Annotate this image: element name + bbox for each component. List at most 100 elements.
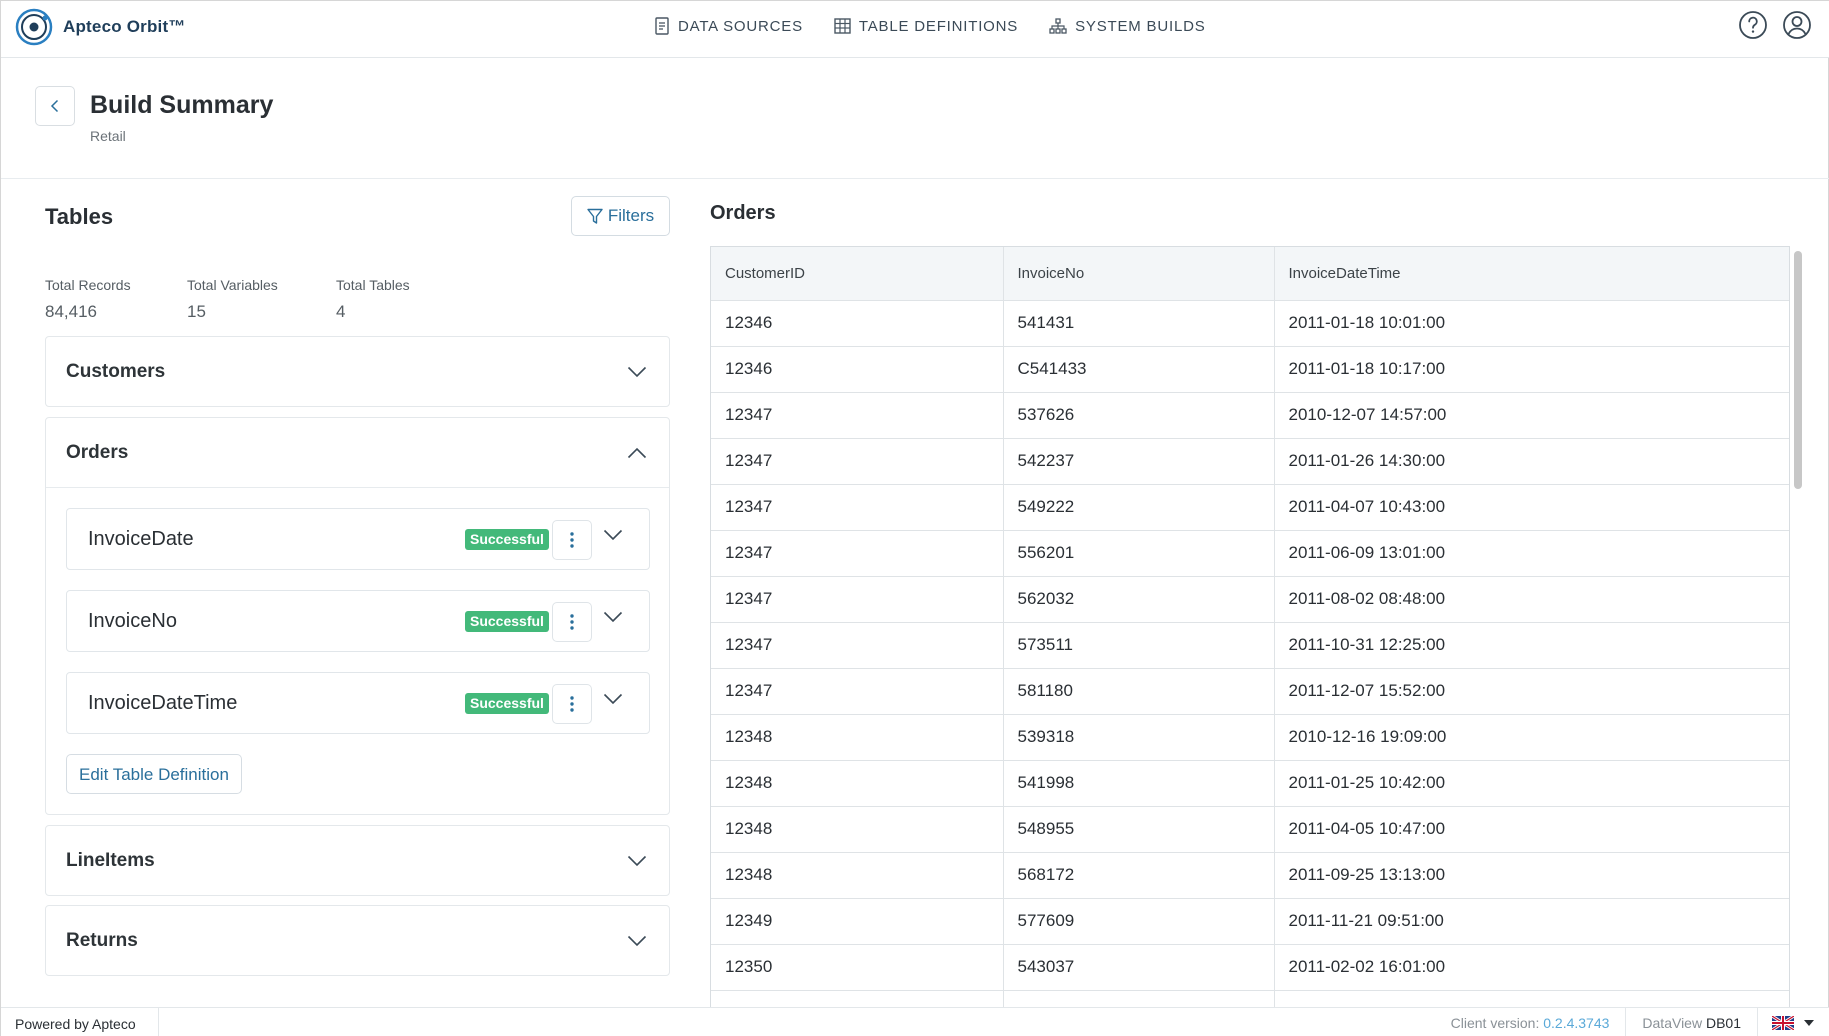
table-row[interactable]: 12346 541431 2011-01-18 10:01:00 xyxy=(711,300,1789,347)
chevron-down-icon[interactable] xyxy=(603,611,623,623)
status-badge: Successful xyxy=(465,611,549,632)
powered-by: Powered by Apteco xyxy=(15,1016,136,1032)
chevron-down-icon[interactable] xyxy=(603,693,623,705)
table-row[interactable]: 12347 581180 2011-12-07 15:52:00 xyxy=(711,668,1789,715)
tables-heading: Tables xyxy=(45,204,114,229)
chevron-down-icon[interactable] xyxy=(603,529,623,541)
client-version: Client version: 0.2.4.3743 xyxy=(1451,1015,1626,1031)
stat-total-tables: Total Tables 4 xyxy=(336,277,410,322)
nav-data-sources[interactable]: DATA SOURCES xyxy=(654,17,803,35)
footer: Powered by Apteco Client version: 0.2.4.… xyxy=(1,1007,1829,1036)
table-cell: 2011-04-05 10:47:00 xyxy=(1274,806,1789,853)
table-row[interactable]: 12346 C541433 2011-01-18 10:17:00 xyxy=(711,346,1789,393)
variable-name: InvoiceDateTime xyxy=(88,691,238,714)
table-cell: 2011-02-02 16:01:00 xyxy=(1274,944,1789,991)
kebab-menu-icon xyxy=(570,532,574,548)
table-cell: 2011-01-18 10:17:00 xyxy=(1274,346,1789,393)
table-cell: 541998 xyxy=(1003,760,1275,807)
uk-flag-icon xyxy=(1772,1016,1794,1030)
table-name: Customers xyxy=(66,360,166,382)
language-selector[interactable] xyxy=(1758,1016,1829,1030)
table-row[interactable]: 12350 543037 2011-02-02 16:01:00 xyxy=(711,944,1789,991)
stat-value: 84,416 xyxy=(45,302,97,321)
dataview-label: DataView xyxy=(1642,1015,1703,1031)
table-cell: 577609 xyxy=(1003,898,1275,945)
client-version-number[interactable]: 0.2.4.3743 xyxy=(1543,1015,1609,1031)
brand[interactable]: Apteco Orbit™ xyxy=(15,8,186,46)
table-icon xyxy=(834,18,851,34)
table-accordion-orders: Orders InvoiceDate Successful InvoiceNo … xyxy=(45,417,670,815)
accordion-header[interactable]: Orders xyxy=(46,418,669,487)
table-name: LineItems xyxy=(66,849,155,871)
top-navigation-bar: Apteco Orbit™ DATA SOURCES TABLE DEFINIT… xyxy=(1,1,1829,58)
table-cell: 12350 xyxy=(711,944,1004,991)
back-button[interactable] xyxy=(35,86,75,126)
column-header[interactable]: CustomerID xyxy=(711,247,1004,301)
nav-system-builds[interactable]: SYSTEM BUILDS xyxy=(1049,18,1205,35)
column-header[interactable]: InvoiceDateTime xyxy=(1274,247,1789,301)
kebab-menu-icon xyxy=(570,696,574,712)
table-row[interactable] xyxy=(711,990,1789,1007)
table-row[interactable]: 12348 541998 2011-01-25 10:42:00 xyxy=(711,760,1789,807)
grid-title: Orders xyxy=(710,202,776,224)
app-name: Apteco Orbit™ xyxy=(63,17,186,36)
filters-button[interactable]: Filters xyxy=(571,196,670,236)
column-header[interactable]: InvoiceNo xyxy=(1003,247,1275,301)
table-row[interactable]: 12348 539318 2010-12-16 19:09:00 xyxy=(711,714,1789,761)
accordion-header[interactable]: LineItems xyxy=(46,826,669,895)
table-name: Returns xyxy=(66,929,138,951)
variable-card: InvoiceNo Successful xyxy=(66,590,650,652)
accordion-header[interactable]: Returns xyxy=(46,906,669,975)
grid-scrollbar-thumb[interactable] xyxy=(1794,251,1802,489)
main-nav: DATA SOURCES TABLE DEFINITIONS SYSTEM BU… xyxy=(654,1,1237,51)
table-cell: 2011-08-02 08:48:00 xyxy=(1274,576,1789,623)
table-cell: 2011-12-07 15:52:00 xyxy=(1274,668,1789,715)
filters-label: Filters xyxy=(607,206,655,225)
table-cell: 12348 xyxy=(711,852,1004,899)
table-row[interactable]: 12347 549222 2011-04-07 10:43:00 xyxy=(711,484,1789,531)
table-cell: 2010-12-16 19:09:00 xyxy=(1274,714,1789,761)
table-cell: 12347 xyxy=(711,530,1004,577)
hierarchy-icon xyxy=(1049,18,1067,34)
filter-icon xyxy=(587,208,603,224)
table-cell: C541433 xyxy=(1003,346,1275,393)
help-icon[interactable] xyxy=(1738,10,1768,40)
table-row[interactable]: 12348 568172 2011-09-25 13:13:00 xyxy=(711,852,1789,899)
table-header-row: CustomerID InvoiceNo InvoiceDateTime xyxy=(711,247,1789,301)
stat-value: 15 xyxy=(187,302,206,321)
chevron-down-icon xyxy=(627,855,647,866)
more-options-button[interactable] xyxy=(552,602,592,642)
table-cell: 12349 xyxy=(711,898,1004,945)
table-cell: 2011-01-18 10:01:00 xyxy=(1274,300,1789,347)
chevron-down-icon xyxy=(627,366,647,377)
table-accordion-returns: Returns xyxy=(45,905,670,976)
table-cell: 2011-06-09 13:01:00 xyxy=(1274,530,1789,577)
variable-card: InvoiceDateTime Successful xyxy=(66,672,650,734)
table-row[interactable]: 12347 573511 2011-10-31 12:25:00 xyxy=(711,622,1789,669)
stat-label: Total Variables xyxy=(187,277,278,293)
more-options-button[interactable] xyxy=(552,684,592,724)
accordion-header[interactable]: Customers xyxy=(46,337,669,406)
nav-label: DATA SOURCES xyxy=(678,17,803,35)
nav-table-definitions[interactable]: TABLE DEFINITIONS xyxy=(834,18,1018,35)
status-badge: Successful xyxy=(465,693,549,714)
footer-info: Client version: 0.2.4.3743 DataView DB01 xyxy=(1451,1008,1829,1036)
edit-table-definition-button[interactable]: Edit Table Definition xyxy=(66,754,242,794)
table-row[interactable]: 12348 548955 2011-04-05 10:47:00 xyxy=(711,806,1789,853)
table-name: Orders xyxy=(66,441,129,463)
table-row[interactable]: 12347 562032 2011-08-02 08:48:00 xyxy=(711,576,1789,623)
page-header: Build Summary Retail xyxy=(1,58,1829,179)
stat-label: Total Records xyxy=(45,277,131,293)
dataview-value: DB01 xyxy=(1705,1015,1741,1031)
user-icon[interactable] xyxy=(1782,10,1812,40)
table-row[interactable]: 12349 577609 2011-11-21 09:51:00 xyxy=(711,898,1789,945)
chevron-down-icon xyxy=(627,935,647,946)
orders-data-grid[interactable]: CustomerID InvoiceNo InvoiceDateTime 123… xyxy=(710,246,1790,1007)
table-cell: 543037 xyxy=(1003,944,1275,991)
divider xyxy=(158,1008,159,1036)
accordion-body: InvoiceDate Successful InvoiceNo Success… xyxy=(46,487,669,814)
table-row[interactable]: 12347 556201 2011-06-09 13:01:00 xyxy=(711,530,1789,577)
table-row[interactable]: 12347 537626 2010-12-07 14:57:00 xyxy=(711,392,1789,439)
table-row[interactable]: 12347 542237 2011-01-26 14:30:00 xyxy=(711,438,1789,485)
more-options-button[interactable] xyxy=(552,520,592,560)
